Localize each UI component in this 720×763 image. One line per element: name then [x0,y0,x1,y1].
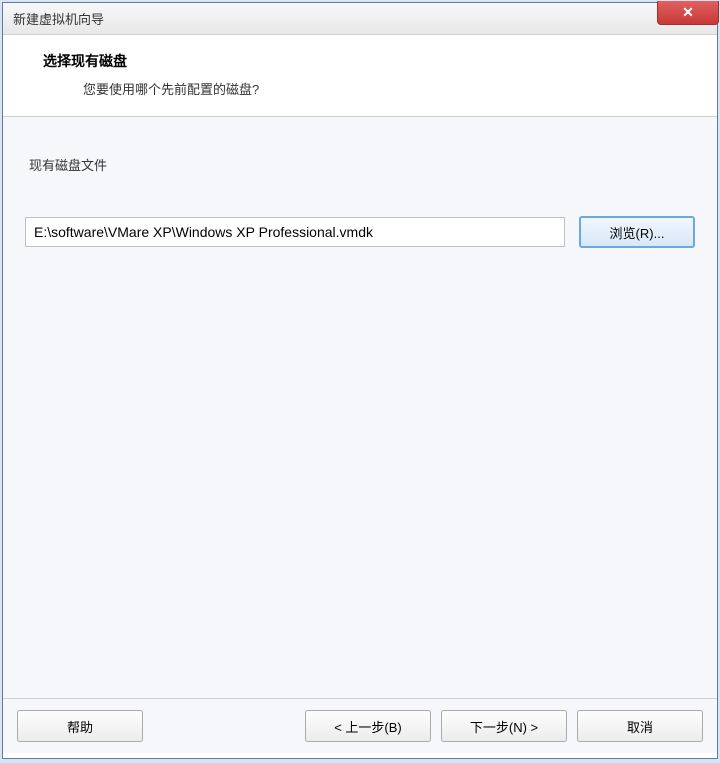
groupbox-label: 现有磁盘文件 [25,155,695,174]
footer: 帮助 < 上一步(B) 下一步(N) > 取消 [3,699,717,753]
next-button[interactable]: 下一步(N) > [441,710,567,742]
content-area: 现有磁盘文件 浏览(R)... [3,117,717,699]
close-icon: ✕ [682,4,694,21]
header-section: 选择现有磁盘 您要使用哪个先前配置的磁盘? [3,35,717,117]
cancel-button[interactable]: 取消 [577,710,703,742]
disk-path-input[interactable] [25,217,565,247]
browse-button[interactable]: 浏览(R)... [579,216,695,248]
page-title: 选择现有磁盘 [43,51,677,71]
close-button[interactable]: ✕ [657,1,719,25]
disk-file-group: 现有磁盘文件 浏览(R)... [17,137,703,262]
titlebar: 新建虚拟机向导 ✕ [3,3,717,35]
help-button[interactable]: 帮助 [17,710,143,742]
window-title: 新建虚拟机向导 [13,9,104,28]
back-button[interactable]: < 上一步(B) [305,710,431,742]
page-subtitle: 您要使用哪个先前配置的磁盘? [43,79,677,98]
wizard-window: 新建虚拟机向导 ✕ 选择现有磁盘 您要使用哪个先前配置的磁盘? 现有磁盘文件 浏… [2,2,718,759]
input-row: 浏览(R)... [25,188,695,248]
